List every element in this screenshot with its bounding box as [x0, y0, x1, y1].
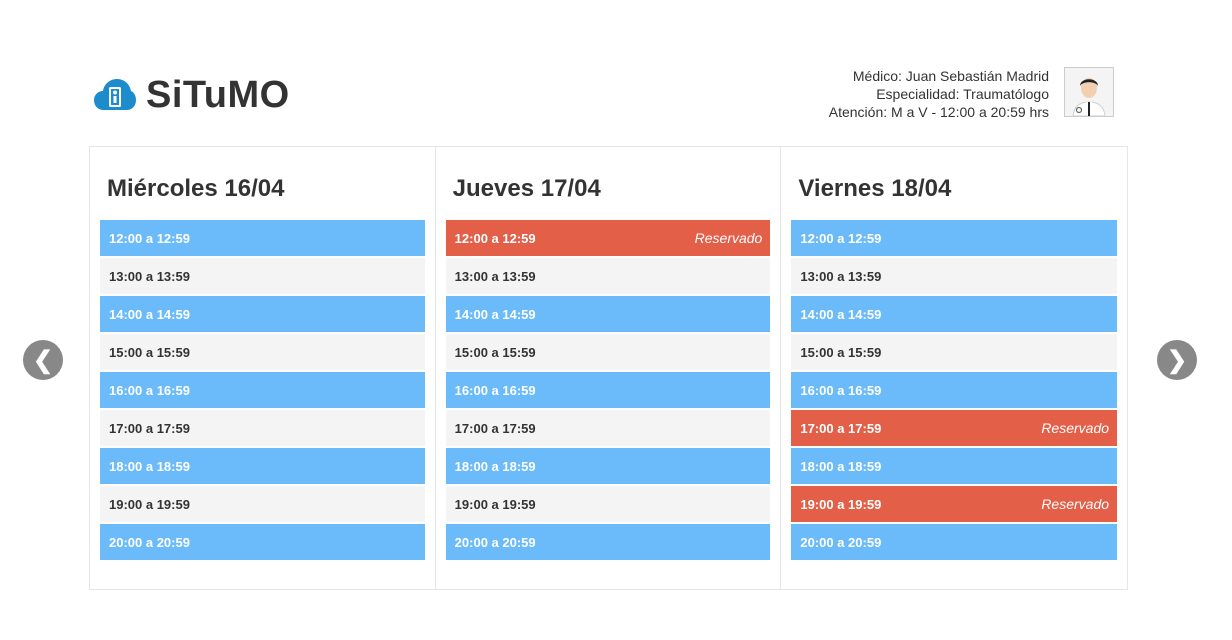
time-slot-label: 15:00 a 15:59 — [109, 344, 190, 360]
time-slot-label: 18:00 a 18:59 — [454, 458, 536, 474]
time-slot-label: 15:00 a 15:59 — [454, 344, 536, 360]
doctor-name: Médico: Juan Sebastián Madrid — [852, 68, 1049, 84]
time-slot-label: 20:00 a 20:59 — [454, 534, 536, 550]
time-slot-reserved[interactable]: 19:00 a 19:59 Reservado — [791, 486, 1118, 522]
time-slot-label: 13:00 a 13:59 — [800, 268, 882, 284]
doctor-avatar — [1064, 67, 1114, 117]
time-slot[interactable]: 14:00 a 14:59 — [791, 296, 1118, 332]
time-slot[interactable]: 19:00 a 19:59 — [100, 486, 425, 522]
time-slot-label: 16:00 a 16:59 — [109, 382, 190, 398]
day-column: Jueves 17/04 12:00 a 12:59 Reservado 13:00 … — [436, 147, 782, 589]
time-slot[interactable]: 15:00 a 15:59 — [791, 334, 1118, 370]
time-slot-label: 20:00 a 20:59 — [800, 534, 882, 550]
time-slot-label: 18:00 a 18:59 — [109, 458, 190, 474]
time-slot-label: 17:00 a 17:59 — [109, 420, 190, 436]
time-slot[interactable]: 17:00 a 17:59 — [100, 410, 425, 446]
doctor-schedule: Atención: M a V - 12:00 a 20:59 hrs — [828, 104, 1049, 120]
time-slot-reserved[interactable]: 17:00 a 17:59 Reservado — [791, 410, 1118, 446]
chevron-right-icon: ❯ — [1166, 346, 1188, 374]
time-slot[interactable]: 16:00 a 16:59 — [791, 372, 1118, 408]
time-slot-label: 14:00 a 14:59 — [454, 306, 536, 322]
time-slot-label: 19:00 a 19:59 — [109, 496, 190, 512]
time-slot-label: 14:00 a 14:59 — [800, 306, 882, 322]
logo: SiTuMO — [94, 74, 290, 116]
time-slot[interactable]: 20:00 a 20:59 — [445, 524, 771, 560]
time-slot-label: 19:00 a 19:59 — [454, 496, 536, 512]
doctor-info: Médico: Juan Sebastián Madrid Especialid… — [829, 67, 1049, 121]
doctor-specialty: Especialidad: Traumatólogo — [876, 86, 1049, 102]
prev-arrow-button[interactable]: ❮ — [23, 340, 63, 380]
time-slot-label: 16:00 a 16:59 — [454, 382, 536, 398]
time-slot-label: 19:00 a 19:59 — [800, 496, 882, 512]
time-slot[interactable]: 19:00 a 19:59 — [445, 486, 771, 522]
day-column: Viernes 18/04 12:00 a 12:59 13:00 a 13:59 1… — [781, 147, 1127, 589]
time-slot-label: 18:00 a 18:59 — [800, 458, 882, 474]
chevron-left-icon: ❮ — [32, 346, 54, 374]
time-slot-label: 12:00 a 12:59 — [800, 230, 882, 246]
time-slot[interactable]: 20:00 a 20:59 — [100, 524, 425, 560]
reserved-status: Reservado — [1041, 420, 1110, 436]
time-slot[interactable]: 13:00 a 13:59 — [791, 258, 1118, 294]
time-slot-label: 13:00 a 13:59 — [454, 268, 536, 284]
time-slot[interactable]: 18:00 a 18:59 — [791, 448, 1118, 484]
time-slot-label: 17:00 a 17:59 — [454, 420, 536, 436]
day-title: Miércoles 16/04 — [107, 175, 285, 202]
day-column: Miércoles 16/04 12:00 a 12:59 13:00 a 13:5… — [90, 147, 436, 589]
time-slot[interactable]: 17:00 a 17:59 — [445, 410, 771, 446]
time-slot-label: 17:00 a 17:59 — [800, 420, 882, 436]
day-title: Jueves 17/04 — [452, 175, 601, 202]
time-slot-label: 20:00 a 20:59 — [109, 534, 190, 550]
time-slot[interactable]: 13:00 a 13:59 — [100, 258, 425, 294]
time-slot[interactable]: 16:00 a 16:59 — [445, 372, 771, 408]
time-slot[interactable]: 15:00 a 15:59 — [100, 334, 425, 370]
time-slot[interactable]: 13:00 a 13:59 — [445, 258, 771, 294]
next-arrow-button[interactable]: ❯ — [1157, 340, 1197, 380]
brand-name: SiTuMO — [146, 74, 290, 116]
time-slot-label: 14:00 a 14:59 — [109, 306, 190, 322]
time-slot[interactable]: 12:00 a 12:59 — [100, 220, 425, 256]
reserved-status: Reservado — [1041, 496, 1110, 512]
time-slot-label: 12:00 a 12:59 — [454, 230, 536, 246]
time-slot[interactable]: 20:00 a 20:59 — [791, 524, 1118, 560]
time-slot-reserved[interactable]: 12:00 a 12:59 Reservado — [445, 220, 771, 256]
time-slot-label: 13:00 a 13:59 — [109, 268, 190, 284]
time-slot[interactable]: 16:00 a 16:59 — [100, 372, 425, 408]
time-slot-label: 12:00 a 12:59 — [109, 230, 190, 246]
time-slot[interactable]: 14:00 a 14:59 — [100, 296, 425, 332]
doctor-avatar-icon — [1065, 68, 1113, 117]
time-slot[interactable]: 18:00 a 18:59 — [100, 448, 425, 484]
reserved-status: Reservado — [694, 230, 763, 246]
time-slot[interactable]: 15:00 a 15:59 — [445, 334, 771, 370]
time-slot[interactable]: 12:00 a 12:59 — [791, 220, 1118, 256]
time-slot[interactable]: 18:00 a 18:59 — [445, 448, 771, 484]
calendar: Miércoles 16/04 12:00 a 12:59 13:00 a 13:5… — [89, 146, 1128, 590]
time-slot-label: 16:00 a 16:59 — [800, 382, 882, 398]
time-slot-label: 15:00 a 15:59 — [800, 344, 882, 360]
time-slot[interactable]: 14:00 a 14:59 — [445, 296, 771, 332]
cloud-info-icon — [94, 79, 136, 110]
day-title: Viernes 18/04 — [798, 175, 952, 202]
